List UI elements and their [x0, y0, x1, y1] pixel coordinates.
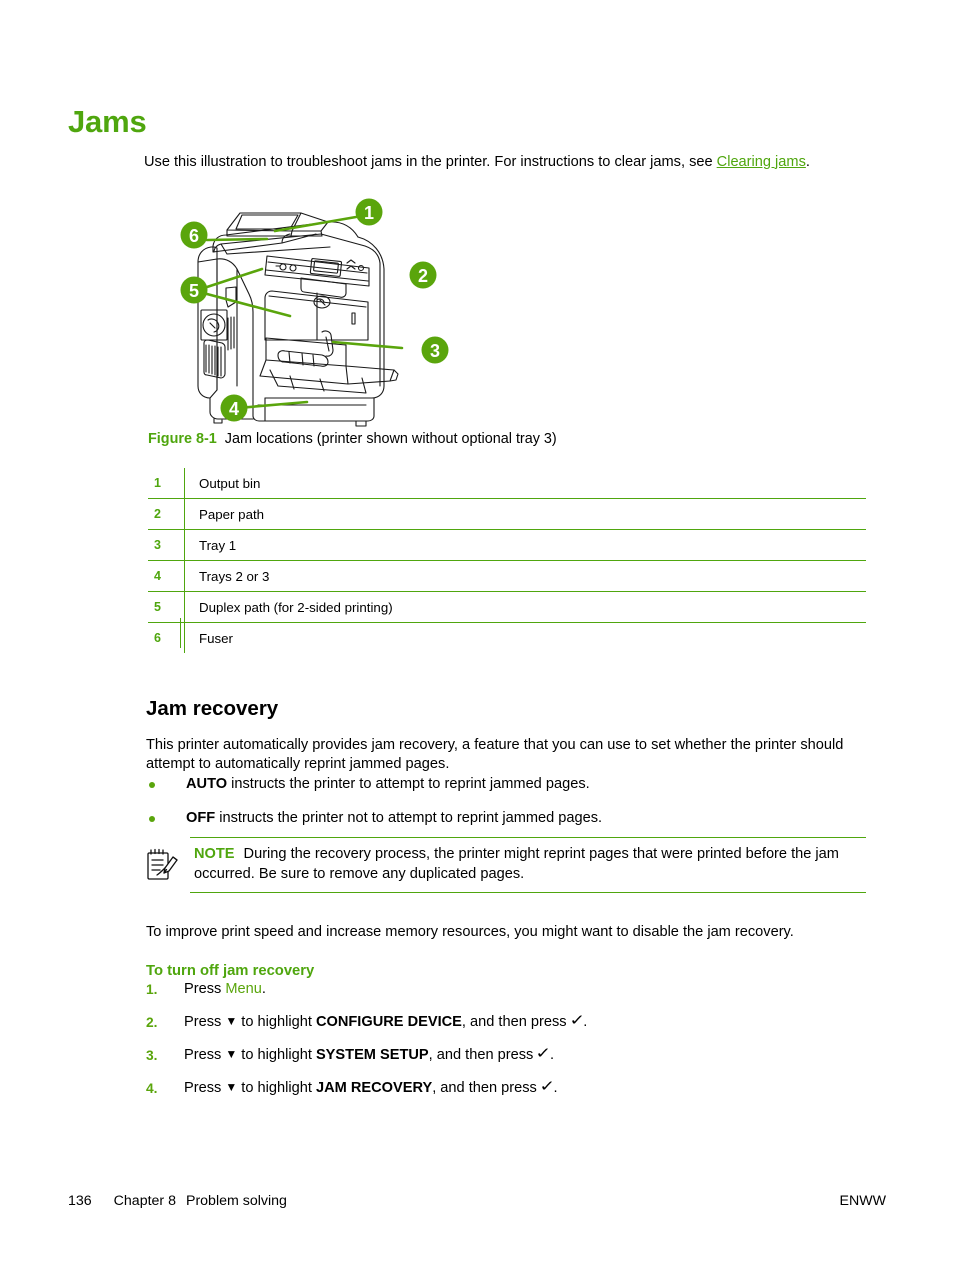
procedure-heading: To turn off jam recovery: [146, 962, 315, 979]
note-text-wrapper: NOTE During the recovery process, the pri…: [190, 845, 866, 884]
callout-number: 2: [148, 498, 185, 530]
list-item: AUTO instructs the printer to attempt to…: [146, 775, 868, 794]
callout-label: Trays 2 or 3: [184, 560, 866, 592]
callout-number: 1: [148, 468, 185, 499]
menu-item-name: JAM RECOVERY: [315, 1080, 433, 1096]
step-number: 1.: [146, 982, 158, 997]
checkmark-icon: ✓: [539, 1078, 556, 1095]
svg-text:4: 4: [229, 399, 239, 419]
checkmark-icon: ✓: [535, 1045, 552, 1062]
svg-text:5: 5: [189, 281, 199, 301]
procedure-step-list: 1. Press Menu. 2. Press ▼ to highlight CON…: [146, 980, 868, 1112]
table-row: 6 Fuser: [148, 622, 866, 653]
figure-caption-text: Jam locations (printer shown without opt…: [224, 431, 557, 447]
improve-speed-paragraph: To improve print speed and increase memo…: [146, 923, 794, 940]
bullet-dot-icon: [149, 816, 155, 822]
checkmark-icon: ✓: [569, 1012, 585, 1029]
jam-recovery-bullet-list: AUTO instructs the printer to attempt to…: [146, 775, 868, 843]
callout-label: Output bin: [184, 468, 866, 499]
callout-label: Tray 1: [184, 529, 866, 561]
menu-item-name: SYSTEM SETUP: [315, 1047, 429, 1063]
table-row: 2 Paper path: [148, 498, 866, 530]
step-text-mid: to highlight: [237, 1014, 316, 1030]
step-text-pre: Press: [184, 1047, 226, 1063]
footer-section: Problem solving: [185, 1193, 287, 1209]
callout-number: 3: [148, 529, 185, 561]
bullet-text: instructs the printer to attempt to repr…: [227, 776, 590, 792]
callout-legend-body: 1 Output bin 2 Paper path 3 Tray 1 4 Tra…: [148, 468, 866, 653]
table-row: 3 Tray 1: [148, 529, 866, 561]
note-body: During the recovery process, the printer…: [194, 846, 839, 882]
page-footer: 136 Chapter 8 Problem solving ENWW: [68, 1193, 886, 1213]
step-text-pre: Press: [184, 1014, 226, 1030]
note-callout-box: NOTE During the recovery process, the pri…: [190, 837, 866, 893]
step-text-post: , and then press: [428, 1047, 538, 1063]
jam-recovery-paragraph: This printer automatically provides jam …: [146, 736, 844, 773]
callout-marker-6: 6: [180, 221, 208, 249]
down-arrow-icon: ▼: [225, 1014, 238, 1028]
step-text-mid: to highlight: [237, 1080, 316, 1096]
step-number: 2.: [146, 1015, 158, 1030]
step-text-pre: Press: [184, 1080, 226, 1096]
callout-marker-4: 4: [220, 394, 248, 422]
page-number: 136: [68, 1193, 92, 1209]
intro-text-after: .: [805, 153, 810, 170]
bullet-term: AUTO: [186, 776, 228, 792]
table-row: 5 Duplex path (for 2-sided printing): [148, 591, 866, 623]
footer-locale-code: ENWW: [839, 1193, 887, 1209]
callout-marker-3: 3: [421, 336, 449, 364]
callout-legend-table: 1 Output bin 2 Paper path 3 Tray 1 4 Tra…: [148, 468, 866, 653]
bullet-dot-icon: [149, 782, 155, 788]
footer-left-group: 136 Chapter 8 Problem solving: [68, 1193, 287, 1209]
svg-text:6: 6: [189, 226, 199, 246]
menu-item-name: CONFIGURE DEVICE: [315, 1014, 462, 1030]
step-text-post: , and then press: [461, 1014, 571, 1030]
callout-marker-5: 5: [180, 276, 208, 304]
callout-marker-2: 2: [409, 261, 437, 289]
table-row: 4 Trays 2 or 3: [148, 560, 866, 592]
step-text-post: .: [261, 981, 266, 997]
jam-recovery-heading: Jam recovery: [146, 697, 279, 720]
table-vertical-rule-tail: [180, 618, 182, 648]
printer-illustration-svg: 1 6 5 2 3 4: [180, 198, 449, 427]
svg-text:3: 3: [430, 341, 440, 361]
step-text-pre: Press: [184, 981, 226, 997]
document-page: Jams Use this illustration to troublesho…: [0, 0, 954, 1270]
list-item: OFF instructs the printer not to attempt…: [146, 809, 868, 828]
callout-number: 4: [148, 560, 185, 592]
callout-marker-1: 1: [355, 198, 383, 226]
callout-label: Fuser: [199, 630, 233, 646]
list-item: 4. Press ▼ to highlight JAM RECOVERY, and…: [146, 1079, 868, 1098]
page-title: Jams: [68, 103, 147, 139]
step-number: 3.: [146, 1048, 158, 1063]
intro-text-before: Use this illustration to troubleshoot ja…: [144, 153, 717, 170]
step-number: 4.: [146, 1081, 158, 1096]
table-row: 1 Output bin: [148, 468, 866, 499]
down-arrow-icon: ▼: [225, 1080, 238, 1094]
note-pencil-icon: [144, 846, 182, 884]
list-item: 2. Press ▼ to highlight CONFIGURE DEVICE,…: [146, 1013, 868, 1032]
intro-paragraph: Use this illustration to troubleshoot ja…: [144, 153, 866, 173]
svg-text:1: 1: [364, 203, 374, 223]
clearing-jams-link[interactable]: Clearing jams: [717, 154, 806, 170]
step-text-post: , and then press: [432, 1080, 541, 1096]
bullet-term: OFF: [186, 810, 216, 826]
figure-number: Figure 8-1: [148, 431, 217, 447]
down-arrow-icon: ▼: [225, 1047, 238, 1061]
bullet-text: instructs the printer not to attempt to …: [215, 810, 603, 826]
menu-button-reference: Menu: [225, 981, 262, 997]
callout-leader-lines: [205, 215, 404, 410]
footer-chapter: Chapter 8: [113, 1193, 176, 1209]
callout-label: Duplex path (for 2-sided printing): [184, 591, 866, 623]
step-text-mid: to highlight: [237, 1047, 316, 1063]
list-item: 1. Press Menu.: [146, 980, 868, 999]
list-item: 3. Press ▼ to highlight SYSTEM SETUP, and…: [146, 1046, 868, 1065]
svg-text:2: 2: [418, 266, 428, 286]
jam-locations-figure: 1 6 5 2 3 4: [170, 190, 470, 430]
callout-label: Paper path: [184, 498, 866, 530]
note-label: NOTE: [194, 846, 235, 862]
figure-caption: Figure 8-1 Jam locations (printer shown w…: [148, 430, 557, 448]
